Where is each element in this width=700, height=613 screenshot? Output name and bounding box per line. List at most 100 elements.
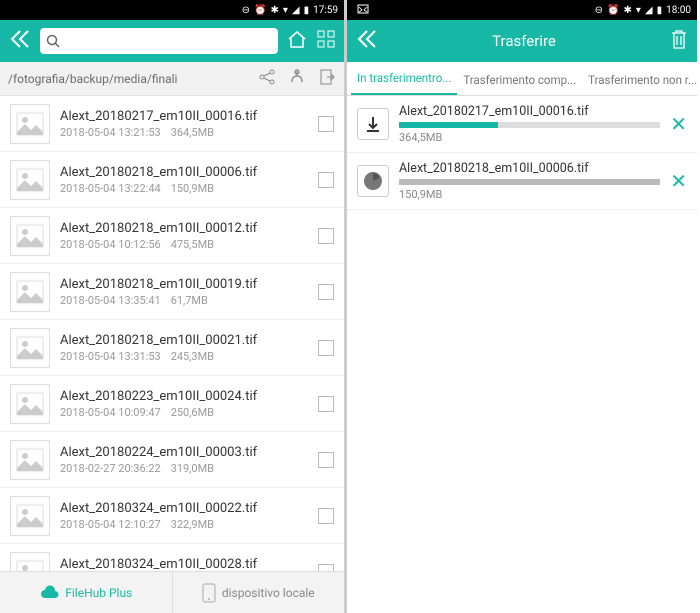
select-checkbox[interactable] <box>318 396 334 412</box>
wifi-icon: ▾ <box>283 5 288 16</box>
image-thumbnail-icon <box>10 216 50 256</box>
file-row[interactable]: Alext_20180217_em10II_00016.tif 2018-05-0… <box>0 96 344 152</box>
image-thumbnail-icon <box>10 384 50 424</box>
file-meta: 2018-05-04 10:12:56475,5MB <box>60 238 318 251</box>
file-meta: 2018-05-04 13:35:4161,7MB <box>60 294 318 307</box>
image-thumbnail-icon <box>10 160 50 200</box>
cancel-button[interactable]: ✕ <box>670 112 687 136</box>
pending-icon[interactable] <box>357 165 389 197</box>
tab-completed[interactable]: Trasferimento comp... <box>457 65 582 95</box>
file-name: Alext_20180218_em10II_00012.tif <box>60 221 318 236</box>
file-meta: 2018-05-04 10:09:47250,6MB <box>60 406 318 419</box>
select-checkbox[interactable] <box>318 340 334 356</box>
tab-filehub[interactable]: FileHub Plus <box>0 572 173 613</box>
image-thumbnail-icon <box>10 328 50 368</box>
home-button[interactable] <box>286 28 308 54</box>
transfer-tabs: In trasferimentro... Trasferimento comp.… <box>347 62 697 96</box>
file-meta: 2018-05-04 13:22:44150,9MB <box>60 182 318 195</box>
search-box[interactable] <box>40 28 278 54</box>
file-name: Alext_20180324_em10II_00028.tif <box>60 557 318 572</box>
file-row[interactable]: Alext_20180218_em10II_00019.tif 2018-05-0… <box>0 264 344 320</box>
file-list[interactable]: Alext_20180217_em10II_00016.tif 2018-05-0… <box>0 96 344 571</box>
dnd-icon: ⊖ <box>242 5 250 16</box>
file-row[interactable]: Alext_20180218_em10II_00012.tif 2018-05-0… <box>0 208 344 264</box>
file-name: Alext_20180218_em10II_00021.tif <box>60 333 318 348</box>
transfer-row: Alext_20180217_em10II_00016.tif364,5MB✕ <box>347 96 697 153</box>
file-meta: 2018-05-04 12:10:27322,9MB <box>60 518 318 531</box>
top-bar: Trasferire <box>347 20 697 62</box>
wifi-icon: ▾ <box>636 5 641 16</box>
file-row[interactable]: Alext_20180218_em10II_00021.tif 2018-05-0… <box>0 320 344 376</box>
transfer-size: 150,9MB <box>399 188 660 201</box>
select-checkbox[interactable] <box>318 116 334 132</box>
select-checkbox[interactable] <box>318 172 334 188</box>
grid-button[interactable] <box>316 29 336 53</box>
share-button[interactable] <box>258 68 276 90</box>
image-thumbnail-icon <box>10 440 50 480</box>
tab-in-progress[interactable]: In trasferimentro... <box>351 63 457 95</box>
alarm-icon: ⏰ <box>254 5 266 16</box>
image-thumbnail-icon <box>10 104 50 144</box>
file-name: Alext_20180224_em10II_00003.tif <box>60 445 318 460</box>
file-row[interactable]: Alext_20180324_em10II_00022.tif 2018-05-0… <box>0 488 344 544</box>
delete-button[interactable] <box>669 28 689 54</box>
file-meta: 2018-02-27 20:36:22319,0MB <box>60 462 318 475</box>
tab-local[interactable]: dispositivo locale <box>173 572 345 613</box>
cancel-button[interactable]: ✕ <box>670 169 687 193</box>
file-name: Alext_20180324_em10II_00022.tif <box>60 501 318 516</box>
back-button[interactable] <box>8 29 32 53</box>
file-name: Alext_20180218_em10II_00019.tif <box>60 277 318 292</box>
export-button[interactable] <box>318 68 336 90</box>
progress-bar <box>399 122 660 128</box>
select-checkbox[interactable] <box>318 228 334 244</box>
clock: 17:59 <box>313 5 338 16</box>
page-title: Trasferire <box>387 32 661 50</box>
dnd-icon: ⊖ <box>595 5 603 16</box>
search-icon <box>46 34 60 48</box>
signal-icon: ◢ <box>645 5 653 16</box>
image-thumbnail-icon <box>10 552 50 572</box>
battery-icon: ▮ <box>657 5 663 16</box>
select-checkbox[interactable] <box>318 284 334 300</box>
cloud-icon <box>39 585 59 601</box>
transfer-size: 364,5MB <box>399 131 660 144</box>
file-name: Alext_20180218_em10II_00006.tif <box>60 165 318 180</box>
bluetooth-icon: ✱ <box>270 5 278 16</box>
image-thumbnail-icon <box>10 496 50 536</box>
status-bar: ⊖ ⏰ ✱ ▾ ◢ ▮ 17:59 <box>0 0 344 20</box>
image-thumbnail-icon <box>10 272 50 312</box>
file-name: Alext_20180217_em10II_00016.tif <box>60 109 318 124</box>
tab-filehub-label: FileHub Plus <box>65 586 132 600</box>
download-icon[interactable] <box>357 108 389 140</box>
file-row[interactable]: Alext_20180324_em10II_00028.tif2018-05-0… <box>0 544 344 571</box>
phone-icon <box>202 583 216 603</box>
select-checkbox[interactable] <box>318 452 334 468</box>
battery-icon: ▮ <box>304 5 310 16</box>
tab-local-label: dispositivo locale <box>222 586 315 600</box>
bottom-bar: FileHub Plus dispositivo locale <box>0 571 344 613</box>
path-bar: /fotografia/backup/media/finali <box>0 62 344 96</box>
file-meta: 2018-05-04 13:31:53245,3MB <box>60 350 318 363</box>
select-checkbox[interactable] <box>318 564 334 572</box>
clock: 18:00 <box>666 5 691 16</box>
file-name: Alext_20180223_em10II_00024.tif <box>60 389 318 404</box>
settings-button[interactable] <box>288 68 306 90</box>
file-row[interactable]: Alext_20180224_em10II_00003.tif 2018-02-2… <box>0 432 344 488</box>
status-bar: ⊖ ⏰ ✱ ▾ ◢ ▮ 18:00 <box>347 0 697 20</box>
alarm-icon: ⏰ <box>607 5 619 16</box>
back-button[interactable] <box>355 29 379 53</box>
breadcrumb[interactable]: /fotografia/backup/media/finali <box>8 72 246 86</box>
tab-failed[interactable]: Trasferimento non r... <box>582 65 700 95</box>
signal-icon: ◢ <box>292 5 300 16</box>
bluetooth-icon: ✱ <box>623 5 631 16</box>
file-row[interactable]: Alext_20180218_em10II_00006.tif 2018-05-0… <box>0 152 344 208</box>
top-bar <box>0 20 344 62</box>
select-checkbox[interactable] <box>318 508 334 524</box>
notification-icon <box>357 4 369 17</box>
transfer-row: Alext_20180218_em10II_00006.tif150,9MB✕ <box>347 153 697 210</box>
transfer-list[interactable]: Alext_20180217_em10II_00016.tif364,5MB✕A… <box>347 96 697 613</box>
progress-bar <box>399 179 660 185</box>
file-meta: 2018-05-04 13:21:53364,5MB <box>60 126 318 139</box>
search-input[interactable] <box>64 34 272 49</box>
file-row[interactable]: Alext_20180223_em10II_00024.tif 2018-05-0… <box>0 376 344 432</box>
